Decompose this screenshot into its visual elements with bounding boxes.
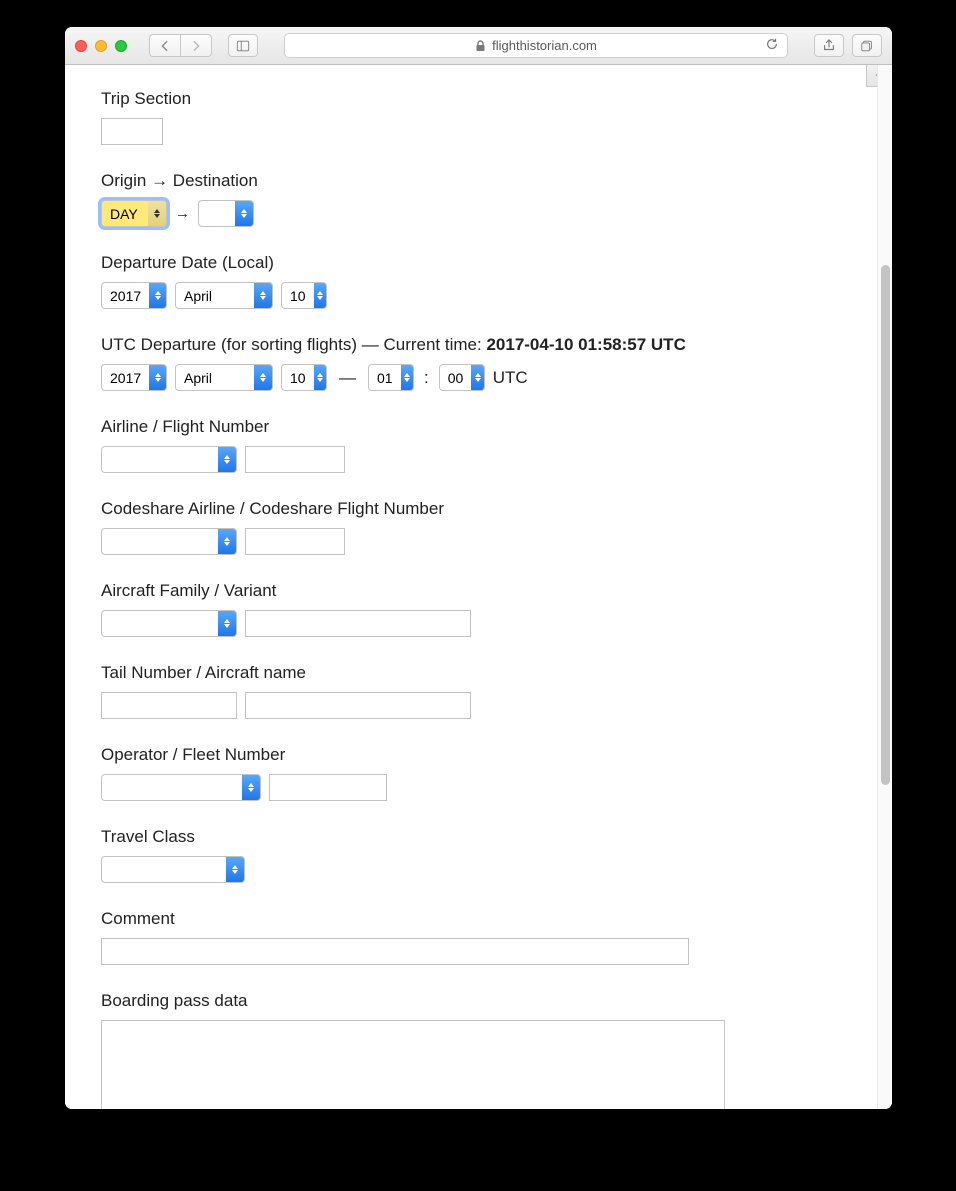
share-icon: [822, 39, 836, 53]
aircraft-field: Aircraft Family / Variant: [101, 581, 841, 637]
reload-button[interactable]: [765, 37, 779, 54]
select-stepper-icon: [254, 283, 272, 308]
destination-select[interactable]: [198, 200, 254, 227]
trip-section-field: Trip Section: [101, 89, 841, 145]
codeshare-label: Codeshare Airline / Codeshare Flight Num…: [101, 499, 841, 519]
page-content: Trip Section Origin → Destination DAY →: [65, 65, 877, 1109]
operator-field: Operator / Fleet Number: [101, 745, 841, 801]
departure-local-field: Departure Date (Local) 2017 April 10: [101, 253, 841, 309]
titlebar: flighthistorian.com +: [65, 27, 892, 65]
departure-day-select[interactable]: 10: [281, 282, 327, 309]
aircraft-name-input[interactable]: [245, 692, 471, 719]
address-bar[interactable]: flighthistorian.com: [284, 33, 788, 58]
select-stepper-icon: [218, 529, 236, 554]
select-stepper-icon: [235, 201, 253, 226]
nav-buttons: [149, 34, 212, 57]
dash-separator: —: [335, 368, 360, 388]
utc-departure-label: UTC Departure (for sorting flights) — Cu…: [101, 335, 841, 355]
forward-button[interactable]: [180, 34, 212, 57]
airline-select[interactable]: [101, 446, 237, 473]
utc-month-select[interactable]: April: [175, 364, 273, 391]
codeshare-airline-select[interactable]: [101, 528, 237, 555]
chevron-right-icon: [189, 39, 203, 53]
lock-icon: [475, 40, 486, 52]
tabs-icon: [860, 39, 874, 53]
minimize-window-button[interactable]: [95, 40, 107, 52]
select-stepper-icon: [149, 283, 166, 308]
select-stepper-icon: [254, 365, 272, 390]
airline-field: Airline / Flight Number: [101, 417, 841, 473]
select-stepper-icon: [218, 447, 236, 472]
toolbar-right: [814, 34, 882, 57]
operator-select[interactable]: [101, 774, 261, 801]
aircraft-family-select[interactable]: [101, 610, 237, 637]
select-stepper-icon: [401, 365, 413, 390]
tail-label: Tail Number / Aircraft name: [101, 663, 841, 683]
sidebar-icon: [236, 39, 250, 53]
boarding-pass-textarea[interactable]: [101, 1020, 725, 1109]
sidebar-toggle-button[interactable]: [228, 34, 258, 57]
tail-number-input[interactable]: [101, 692, 237, 719]
select-stepper-icon: [218, 611, 236, 636]
utc-day-select[interactable]: 10: [281, 364, 327, 391]
select-stepper-icon: [149, 365, 166, 390]
flight-number-input[interactable]: [245, 446, 345, 473]
airline-label: Airline / Flight Number: [101, 417, 841, 437]
tail-field: Tail Number / Aircraft name: [101, 663, 841, 719]
utc-year-select[interactable]: 2017: [101, 364, 167, 391]
aircraft-variant-input[interactable]: [245, 610, 471, 637]
window-controls: [75, 40, 127, 52]
boarding-pass-field: Boarding pass data: [101, 991, 841, 1109]
select-stepper-icon: [471, 365, 483, 390]
back-button[interactable]: [149, 34, 180, 57]
route-label: Origin → Destination: [101, 171, 841, 191]
travel-class-select[interactable]: [101, 856, 245, 883]
trip-section-label: Trip Section: [101, 89, 841, 109]
close-window-button[interactable]: [75, 40, 87, 52]
fleet-number-input[interactable]: [269, 774, 387, 801]
codeshare-field: Codeshare Airline / Codeshare Flight Num…: [101, 499, 841, 555]
browser-window: flighthistorian.com + Trip Section: [65, 27, 892, 1109]
codeshare-number-input[interactable]: [245, 528, 345, 555]
select-stepper-icon: [314, 365, 326, 390]
utc-departure-field: UTC Departure (for sorting flights) — Cu…: [101, 335, 841, 391]
trip-section-input[interactable]: [101, 118, 163, 145]
comment-input[interactable]: [101, 938, 689, 965]
aircraft-label: Aircraft Family / Variant: [101, 581, 841, 601]
arrow-right-icon: →: [175, 205, 190, 222]
comment-field: Comment: [101, 909, 841, 965]
travel-class-label: Travel Class: [101, 827, 841, 847]
departure-month-select[interactable]: April: [175, 282, 273, 309]
operator-label: Operator / Fleet Number: [101, 745, 841, 765]
chevron-left-icon: [158, 39, 172, 53]
url-host-text: flighthistorian.com: [492, 38, 597, 53]
route-field: Origin → Destination DAY →: [101, 171, 841, 227]
tabs-button[interactable]: [852, 34, 882, 57]
current-time-value: 2017-04-10 01:58:57 UTC: [486, 335, 685, 354]
origin-select[interactable]: DAY: [101, 200, 167, 227]
share-button[interactable]: [814, 34, 844, 57]
select-stepper-icon: [148, 201, 166, 226]
reload-icon: [765, 37, 779, 51]
utc-hour-select[interactable]: 01: [368, 364, 414, 391]
travel-class-field: Travel Class: [101, 827, 841, 883]
boarding-pass-label: Boarding pass data: [101, 991, 841, 1011]
origin-value: DAY: [102, 206, 148, 222]
scrollbar-thumb[interactable]: [881, 265, 890, 785]
colon-separator: :: [422, 368, 431, 388]
departure-local-label: Departure Date (Local): [101, 253, 841, 273]
comment-label: Comment: [101, 909, 841, 929]
scrollbar-track[interactable]: [877, 65, 892, 1109]
select-stepper-icon: [226, 857, 244, 882]
utc-minute-select[interactable]: 00: [439, 364, 485, 391]
select-stepper-icon: [314, 283, 326, 308]
fullscreen-window-button[interactable]: [115, 40, 127, 52]
utc-tz-label: UTC: [493, 368, 528, 388]
departure-year-select[interactable]: 2017: [101, 282, 167, 309]
select-stepper-icon: [242, 775, 260, 800]
